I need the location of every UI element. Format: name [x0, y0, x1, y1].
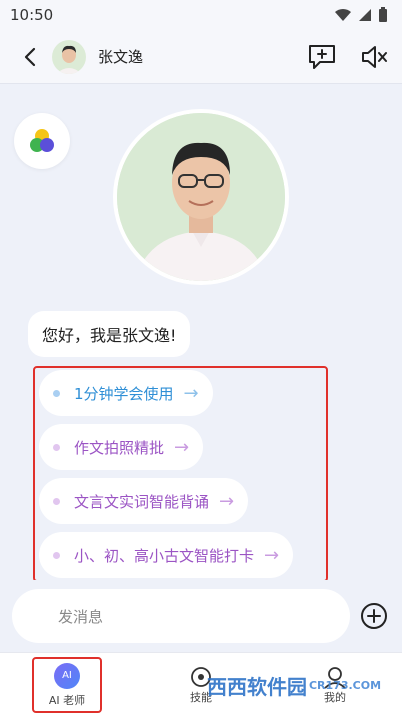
input-bar: 发消息 [0, 580, 402, 652]
three-circles-logo-icon [30, 129, 54, 152]
arrow-right-icon: → [183, 382, 199, 404]
header-actions [306, 30, 390, 84]
chat-area: 您好，我是张文逸! 1分钟学会使用 → 作文拍照精批 → 文言文实词智能背诵 →… [0, 85, 402, 582]
arrow-right-icon: → [174, 436, 190, 458]
bullet-dot [53, 551, 60, 559]
back-arrow-icon [24, 47, 36, 66]
new-chat-button[interactable] [306, 41, 338, 73]
back-button[interactable] [8, 30, 52, 84]
suggestion-list: 1分钟学会使用 → 作文拍照精批 → 文言文实词智能背诵 → 小、初、高小古文智… [33, 366, 328, 582]
status-time: 10:50 [10, 6, 54, 24]
speaker-mute-icon [362, 46, 387, 68]
bullet-dot [53, 443, 60, 451]
arrow-right-icon: → [219, 490, 235, 512]
nav-ai-teacher[interactable]: AI AI 老师 [32, 657, 102, 713]
arrow-right-icon: → [264, 544, 280, 566]
suggestion-label: 小、初、高小古文智能打卡 [74, 546, 255, 565]
suggestion-essay-grading[interactable]: 作文拍照精批 → [39, 424, 204, 470]
status-bar: 10:50 [0, 0, 402, 30]
message-input[interactable]: 发消息 [12, 589, 350, 643]
suggestion-label: 作文拍照精批 [74, 438, 165, 457]
suggestion-quick-start[interactable]: 1分钟学会使用 → [39, 370, 213, 416]
ai-icon: AI [54, 662, 80, 689]
bullet-dot [53, 497, 60, 505]
greeting-text: 您好，我是张文逸! [42, 326, 177, 345]
watermark-subtext: CR173.COM [308, 678, 382, 692]
app-logo [14, 113, 70, 169]
teacher-portrait-image [117, 113, 285, 281]
greeting-bubble: 您好，我是张文逸! [28, 311, 191, 357]
nav-label: AI 老师 [48, 693, 86, 707]
signal-icon [359, 9, 371, 21]
wifi-icon [335, 8, 351, 21]
mute-button[interactable] [358, 41, 390, 73]
plus-circle-icon [361, 603, 387, 629]
battery-icon [379, 7, 387, 22]
chat-header: 张文逸 [0, 30, 402, 84]
add-button[interactable] [360, 602, 388, 630]
avatar-image [52, 39, 86, 74]
suggestion-label: 文言文实词智能背诵 [74, 492, 210, 511]
header-avatar[interactable] [52, 39, 86, 74]
chat-plus-icon [309, 45, 335, 69]
suggestion-label: 1分钟学会使用 [74, 384, 174, 403]
suggestion-classical-checkin[interactable]: 小、初、高小古文智能打卡 → [39, 532, 294, 578]
teacher-avatar[interactable] [113, 109, 289, 285]
message-placeholder: 发消息 [58, 607, 104, 626]
watermark-text: 西西软件园 [206, 674, 307, 699]
watermark-logo: 西西软件园 CR173.COM [196, 660, 392, 710]
status-icons [334, 7, 388, 23]
suggestion-classical-vocab[interactable]: 文言文实词智能背诵 → [39, 478, 249, 524]
contact-name: 张文逸 [98, 48, 144, 66]
bullet-dot [53, 389, 60, 397]
